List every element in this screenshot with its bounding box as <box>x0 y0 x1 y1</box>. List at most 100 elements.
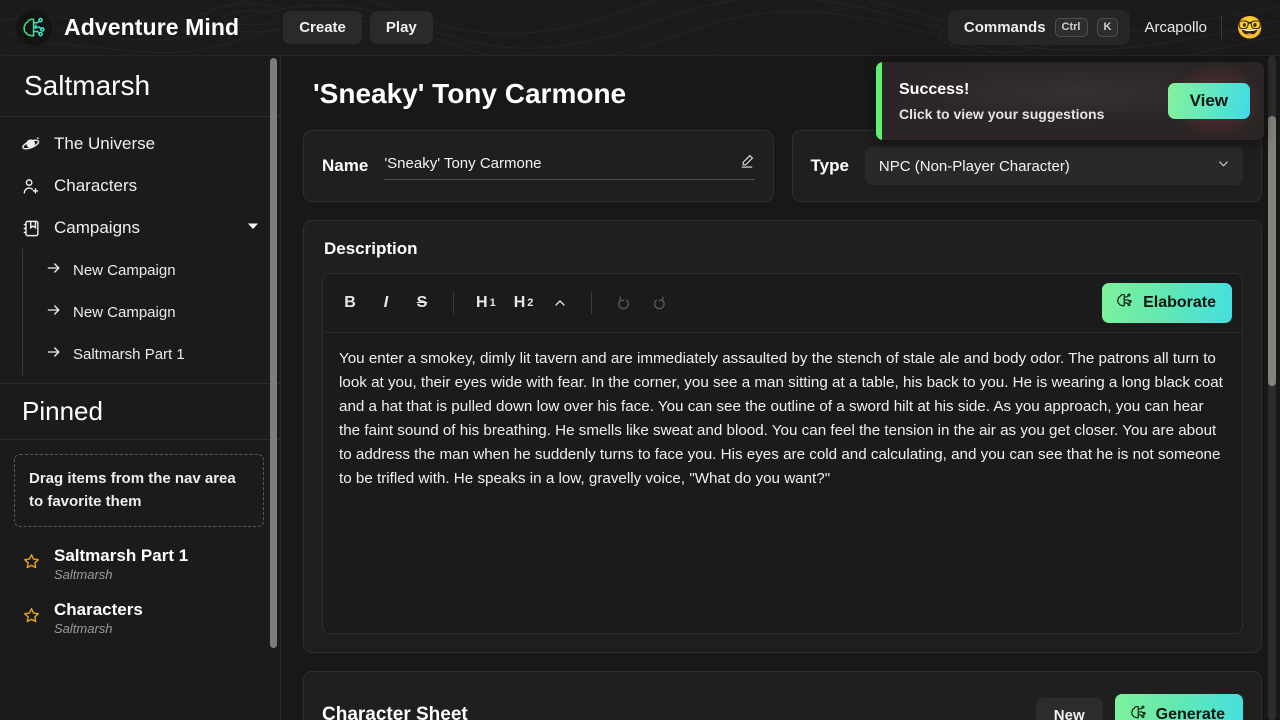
pinned-drop-zone[interactable]: Drag items from the nav area to favorite… <box>14 454 264 527</box>
pinned-title: Pinned <box>0 384 280 440</box>
pinned-item-name: Characters <box>54 599 143 619</box>
heading-2-level: 2 <box>527 297 534 309</box>
fields-row: Name Type NPC (Non-Player Character) <box>303 130 1262 202</box>
character-sheet-title: Character Sheet <box>322 704 468 720</box>
pinned-item-sub: Saltmarsh <box>54 620 113 636</box>
character-sheet-card: Character Sheet New Generate <box>303 671 1262 720</box>
main-scrollbar[interactable] <box>1268 116 1276 386</box>
create-button[interactable]: Create <box>283 11 362 44</box>
pinned-item-text: Characters Saltmarsh <box>54 600 143 636</box>
elaborate-button[interactable]: Elaborate <box>1102 283 1232 323</box>
sidebar-subitem-label: Saltmarsh Part 1 <box>73 345 185 363</box>
sidebar: Saltmarsh The Universe Characters Campai… <box>0 56 281 720</box>
chevron-down-icon[interactable] <box>246 218 260 238</box>
pinned-item-characters[interactable]: Characters Saltmarsh <box>0 591 280 645</box>
brain-circuit-icon <box>1115 291 1134 315</box>
description-textarea[interactable]: You enter a smokey, dimly lit tavern and… <box>323 333 1242 633</box>
play-button[interactable]: Play <box>369 11 433 44</box>
new-button[interactable]: New <box>1035 697 1103 720</box>
header-nav: Create Play <box>283 11 433 44</box>
sidebar-subitem-label: New Campaign <box>73 303 176 321</box>
toolbar-separator <box>591 292 593 314</box>
app-body: Saltmarsh The Universe Characters Campai… <box>0 56 1280 720</box>
brain-circuit-icon <box>1129 703 1148 720</box>
strikethrough-button[interactable]: S <box>405 289 439 317</box>
toast-subtitle: Click to view your suggestions <box>899 105 1105 122</box>
undo-icon[interactable] <box>606 289 640 317</box>
heading-2-letter: H <box>513 294 526 311</box>
sidebar-item-label: Campaigns <box>54 218 140 237</box>
description-card: Description B I S H1 H2 Elaborate You en… <box>303 220 1262 653</box>
name-field-card: Name <box>303 130 774 202</box>
elaborate-label: Elaborate <box>1143 294 1216 311</box>
heading-1-letter: H <box>476 294 488 311</box>
sidebar-title: Saltmarsh <box>0 56 280 117</box>
arrow-right-icon <box>46 302 62 322</box>
pinned-item-name: Saltmarsh Part 1 <box>54 545 189 565</box>
planet-icon <box>20 135 42 154</box>
name-input[interactable] <box>384 154 739 172</box>
kbd-ctrl: Ctrl <box>1054 18 1088 37</box>
description-editor: B I S H1 H2 Elaborate You enter a smokey… <box>322 273 1243 634</box>
type-label: Type <box>810 156 849 175</box>
name-label: Name <box>322 156 369 175</box>
sidebar-subitem-label: New Campaign <box>73 261 176 279</box>
toast-text: Success! Click to view your suggestions <box>882 81 1104 122</box>
chevron-up-icon[interactable] <box>543 289 577 317</box>
chevron-down-icon <box>1216 156 1231 176</box>
sidebar-item-label: Characters <box>54 176 138 195</box>
arrow-right-icon <box>46 344 62 364</box>
kbd-k: K <box>1096 18 1119 37</box>
generate-button[interactable]: Generate <box>1114 694 1243 720</box>
campaign-children: New Campaign New Campaign Saltmarsh Part… <box>22 249 280 375</box>
brand-title: Adventure Mind <box>64 14 240 40</box>
brain-circuit-icon <box>16 9 52 46</box>
user-name[interactable]: Arcapollo <box>1144 19 1207 36</box>
type-select[interactable]: NPC (Non-Player Character) <box>864 147 1243 185</box>
italic-button[interactable]: I <box>369 289 403 317</box>
app-root: Adventure Mind Create Play Commands Ctrl… <box>0 0 1280 720</box>
pencil-icon[interactable] <box>739 153 755 174</box>
description-title: Description <box>324 239 418 258</box>
toast-title: Success! <box>899 80 970 98</box>
sidebar-scrollbar[interactable] <box>270 58 277 648</box>
type-field-card: Type NPC (Non-Player Character) <box>791 130 1262 202</box>
sidebar-item-label: The Universe <box>54 134 156 153</box>
bold-button[interactable]: B <box>333 289 367 317</box>
user-add-icon <box>20 177 42 196</box>
user-avatar-emoji[interactable]: 🤓 <box>1236 14 1264 42</box>
arrow-right-icon <box>46 260 62 280</box>
toolbar-separator <box>453 292 454 314</box>
toast-view-button[interactable]: View <box>1167 83 1250 119</box>
sidebar-item-characters[interactable]: Characters <box>0 165 280 207</box>
sidebar-scroll: Saltmarsh The Universe Characters Campai… <box>0 56 280 720</box>
editor-toolbar: B I S H1 H2 Elaborate <box>323 274 1242 333</box>
commands-label: Commands <box>963 19 1046 36</box>
sidebar-subitem-new-campaign-1[interactable]: New Campaign <box>23 249 280 291</box>
brand[interactable]: Adventure Mind <box>16 9 240 46</box>
character-sheet-actions: New Generate <box>1035 694 1243 720</box>
heading-2-button[interactable]: H2 <box>506 289 542 317</box>
success-toast[interactable]: Success! Click to view your suggestions … <box>876 62 1264 140</box>
commands-button[interactable]: Commands Ctrl K <box>947 10 1131 45</box>
main-content: 'Sneaky' Tony Carmone Name Type <box>281 56 1280 720</box>
star-icon[interactable] <box>22 606 41 630</box>
app-header: Adventure Mind Create Play Commands Ctrl… <box>0 0 1280 56</box>
sidebar-item-the-universe[interactable]: The Universe <box>0 123 280 165</box>
type-select-value: NPC (Non-Player Character) <box>878 157 1070 175</box>
sidebar-subitem-saltmarsh-part-1[interactable]: Saltmarsh Part 1 <box>23 333 280 375</box>
pinned-item-saltmarsh-part-1[interactable]: Saltmarsh Part 1 Saltmarsh <box>0 537 280 591</box>
header-right: Commands Ctrl K Arcapollo 🤓 <box>947 10 1264 45</box>
generate-label: Generate <box>1155 706 1225 720</box>
sidebar-subitem-new-campaign-2[interactable]: New Campaign <box>23 291 280 333</box>
name-input-wrap <box>384 153 755 180</box>
header-divider <box>1221 14 1222 41</box>
heading-1-level: 1 <box>489 297 496 309</box>
star-icon[interactable] <box>22 552 41 576</box>
sidebar-item-campaigns[interactable]: Campaigns <box>0 207 280 249</box>
pinned-item-text: Saltmarsh Part 1 Saltmarsh <box>54 546 188 582</box>
description-text: You enter a smokey, dimly lit tavern and… <box>339 350 1223 487</box>
heading-1-button[interactable]: H1 <box>468 289 504 317</box>
redo-icon[interactable] <box>642 289 676 317</box>
pinned-item-sub: Saltmarsh <box>54 566 113 582</box>
